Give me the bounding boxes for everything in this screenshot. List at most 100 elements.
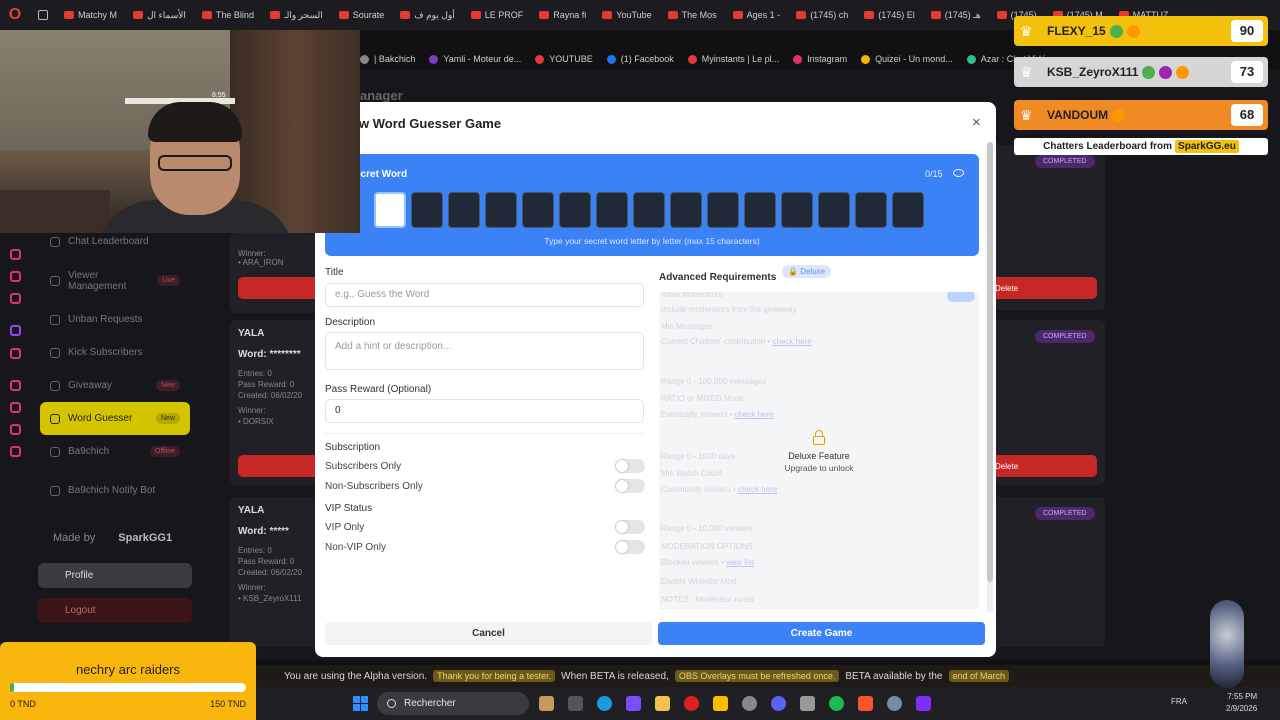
bookmark[interactable]: Myinstants | Le pl...: [687, 54, 779, 64]
webcam-clock: 8:55: [212, 92, 226, 99]
bookmark[interactable]: (1) Facebook: [606, 54, 674, 64]
delete-label: Delete: [995, 461, 1019, 471]
title-input[interactable]: e.g., Guess the Word: [325, 283, 644, 307]
taskbar-app-icon[interactable]: [713, 696, 728, 711]
sidebar-item[interactable]: Kick Subscribers: [40, 336, 190, 369]
browser-tab[interactable]: The Mos: [660, 0, 725, 30]
description-textarea[interactable]: Add a hint or description...: [325, 332, 644, 370]
rail-icon[interactable]: [10, 271, 21, 282]
non-vip-only-toggle[interactable]: [615, 540, 645, 554]
settings-icon[interactable]: [10, 446, 21, 457]
subscribers-only-toggle[interactable]: [615, 459, 645, 473]
sidebar-item[interactable]: Unban Requests: [40, 303, 190, 336]
delete-button[interactable]: Delete: [995, 455, 1097, 477]
secret-word-hint: Type your secret word letter by letter (…: [544, 236, 760, 246]
logout-button[interactable]: Logout: [38, 598, 192, 623]
rail-icon[interactable]: [10, 348, 21, 359]
browser-tab[interactable]: أول يوم ف: [392, 0, 462, 30]
letter-box-input[interactable]: [374, 192, 406, 228]
non-subscribers-only-toggle[interactable]: [615, 479, 645, 493]
letter-box-input[interactable]: [522, 192, 554, 228]
taskbar-app-icon[interactable]: [539, 696, 554, 711]
alpha-pill-1: Thank you for being a tester.: [433, 670, 556, 682]
taskbar-app-icon[interactable]: [742, 696, 757, 711]
delete-button[interactable]: Delete: [995, 277, 1097, 299]
browser-tab[interactable]: الأسماء ال: [125, 0, 194, 30]
browser-tab[interactable]: Matchy M: [56, 0, 125, 30]
letter-box-input[interactable]: [855, 192, 887, 228]
alpha-banner: You are using the Alpha version. Thank y…: [256, 665, 1280, 687]
settings-icon[interactable]: [887, 696, 902, 711]
bookmark[interactable]: Instagram: [793, 54, 847, 64]
delete-button[interactable]: [238, 277, 318, 299]
input-language[interactable]: FRA: [1171, 697, 1187, 706]
browser-tab[interactable]: Sourate: [331, 0, 393, 30]
letter-box-input[interactable]: [411, 192, 443, 228]
taskbar-app-icon[interactable]: [916, 696, 931, 711]
spotify-icon[interactable]: [829, 696, 844, 711]
taskbar-app-icon[interactable]: [800, 696, 815, 711]
sidebar-item[interactable]: Giveaway New: [40, 369, 190, 402]
discord-icon[interactable]: [771, 696, 786, 711]
sidebar-item[interactable]: Word Guesser New: [40, 402, 190, 435]
sidebar-item[interactable]: Viewer Management Live: [40, 258, 190, 303]
rail-icon[interactable]: [10, 424, 21, 435]
bookmark[interactable]: | Bakchich: [360, 54, 415, 64]
browser-tab[interactable]: YouTube: [594, 0, 659, 30]
brave-icon[interactable]: [858, 696, 873, 711]
rail-icon[interactable]: [10, 249, 21, 260]
letter-box-input[interactable]: [744, 192, 776, 228]
letter-box-input[interactable]: [892, 192, 924, 228]
browser-tab[interactable]: The Blind: [194, 0, 262, 30]
rail-icon[interactable]: [10, 293, 21, 304]
browser-tab[interactable]: (1745) El: [856, 0, 923, 30]
letter-box-input[interactable]: [485, 192, 517, 228]
browser-tab[interactable]: Ages 1 -: [725, 0, 789, 30]
deluxe-lock[interactable]: Deluxe Feature Upgrade to unlock: [759, 430, 879, 473]
letter-box-input[interactable]: [818, 192, 850, 228]
workspaces-icon[interactable]: [38, 10, 48, 20]
create-game-button[interactable]: Create Game: [658, 622, 985, 645]
bookmark[interactable]: Yamli - Moteur de...: [429, 54, 521, 64]
letter-box-input[interactable]: [707, 192, 739, 228]
letter-box-input[interactable]: [596, 192, 628, 228]
windows-start-icon[interactable]: [353, 696, 368, 711]
file-explorer-icon[interactable]: [655, 696, 670, 711]
modal-scrollbar[interactable]: [987, 142, 993, 612]
browser-tab[interactable]: Rayna fi: [531, 0, 594, 30]
browser-tab-label: Matchy M: [78, 10, 118, 20]
twitch-icon[interactable]: [10, 325, 21, 336]
letter-box-input[interactable]: [781, 192, 813, 228]
letter-box-input[interactable]: [559, 192, 591, 228]
browser-tab[interactable]: LE PROF: [463, 0, 532, 30]
browser-tab[interactable]: السحر والـ: [262, 0, 331, 30]
opera-logo-icon[interactable]: O: [0, 0, 30, 30]
close-icon[interactable]: ×: [972, 114, 981, 131]
eye-icon[interactable]: [953, 169, 964, 177]
letter-box-input[interactable]: [633, 192, 665, 228]
edge-icon[interactable]: [597, 696, 612, 711]
pass-reward-input[interactable]: 0: [325, 399, 644, 423]
leaderboard-name: KSB_ZeyroX111: [1047, 65, 1139, 79]
taskbar-search[interactable]: Rechercher: [377, 692, 529, 715]
sidebar-item[interactable]: Ba9chich Notify Bot: [40, 468, 190, 513]
vip-only-toggle[interactable]: [615, 520, 645, 534]
browser-tab[interactable]: (1745) ch: [788, 0, 856, 30]
sidebar-item[interactable]: Ba9chich Offline: [40, 435, 190, 468]
made-by-brand[interactable]: SparkGG1: [118, 532, 172, 544]
browser-tab[interactable]: (1745) هـ: [923, 0, 989, 30]
system-clock[interactable]: 7:55 PM 2/9/2026: [1226, 691, 1257, 715]
task-view-icon[interactable]: [568, 696, 583, 711]
letter-box-input[interactable]: [448, 192, 480, 228]
profile-button[interactable]: Profile: [38, 563, 192, 588]
bookmark[interactable]: Quizei - Un mond...: [861, 54, 953, 64]
deluxe-badge: 🔒 Deluxe: [782, 265, 832, 278]
taskbar-app-icon[interactable]: [626, 696, 641, 711]
rail-icon[interactable]: [10, 402, 21, 413]
cancel-button[interactable]: Cancel: [325, 622, 652, 645]
delete-button[interactable]: [238, 455, 318, 477]
bookmark[interactable]: YOUTUBE: [535, 54, 593, 64]
opera-icon[interactable]: [684, 696, 699, 711]
letter-box-input[interactable]: [670, 192, 702, 228]
rail-icon[interactable]: [10, 380, 21, 391]
